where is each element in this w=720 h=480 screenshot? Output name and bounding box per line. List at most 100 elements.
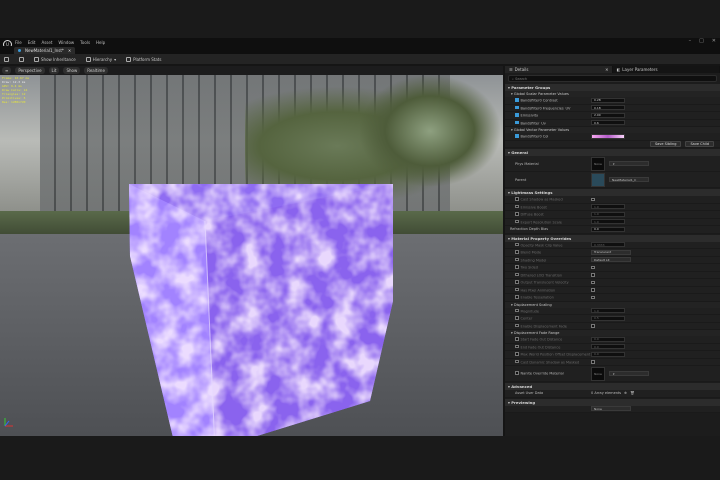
tab-layer-parameters[interactable]: ◧ Layer Parameters: [613, 66, 720, 73]
param-override-checkbox[interactable]: [515, 287, 519, 291]
param-checkbox[interactable]: [591, 280, 595, 284]
close-icon[interactable]: ✕: [712, 38, 716, 44]
param-checkbox[interactable]: [591, 295, 595, 299]
param-checkbox[interactable]: [591, 360, 595, 364]
param-override-checkbox[interactable]: [515, 323, 519, 327]
param-checkbox[interactable]: [591, 197, 595, 201]
layers-icon: ◧: [616, 67, 621, 72]
param-value-input[interactable]: 0.0: [591, 226, 625, 232]
param-override-checkbox[interactable]: [515, 265, 519, 269]
param-override-checkbox[interactable]: [515, 295, 519, 299]
preview-viewport[interactable]: ≡ Perspective Lit Show Realtime Frame: 1…: [0, 66, 503, 436]
param-dropdown[interactable]: Default Lit: [591, 257, 631, 263]
param-override-checkbox[interactable]: [515, 352, 519, 356]
tab-close-icon[interactable]: ✕: [68, 48, 71, 53]
preview-dropdown[interactable]: None: [591, 406, 631, 412]
menu-edit[interactable]: Edit: [28, 40, 36, 45]
section-material-overrides[interactable]: ▾ Material Property Overrides: [505, 234, 720, 242]
param-checkbox[interactable]: [591, 265, 595, 269]
section-general[interactable]: ▾ General: [505, 149, 720, 156]
color-gradient-swatch[interactable]: [591, 133, 625, 139]
show-button[interactable]: Show: [63, 67, 81, 74]
hierarchy-button[interactable]: Hierarchy ▾: [84, 55, 118, 63]
param-override-checkbox[interactable]: [515, 316, 519, 320]
realtime-button[interactable]: Realtime: [84, 67, 108, 74]
section-advanced[interactable]: ▾ Advanced: [505, 383, 720, 390]
parent-thumbnail[interactable]: [591, 172, 605, 187]
show-inheritance-button[interactable]: Show Inheritance: [32, 55, 78, 63]
param-value-input[interactable]: 2.00: [591, 112, 625, 118]
asset-picker-dropdown[interactable]: ▾: [609, 161, 649, 166]
details-panel: ☰ Details ✕ ◧ Layer Parameters ⌕ Search ▾ P…: [505, 66, 720, 436]
param-override-checkbox[interactable]: [515, 98, 519, 102]
param-row: Refraction Depth Bias 0.0: [505, 226, 720, 234]
param-value-input[interactable]: 0.18: [591, 105, 625, 111]
param-override-checkbox[interactable]: [515, 204, 519, 208]
maximize-icon[interactable]: □: [699, 38, 704, 44]
param-override-checkbox[interactable]: [515, 242, 519, 246]
details-search-input[interactable]: ⌕ Search: [508, 75, 717, 82]
param-checkbox[interactable]: [591, 273, 595, 277]
search-placeholder: Search: [515, 76, 528, 81]
document-tab[interactable]: NewMaterial1_Inst* ✕: [14, 46, 76, 54]
panel-tabs: ☰ Details ✕ ◧ Layer Parameters: [505, 66, 720, 73]
param-value-input[interactable]: 0.28: [591, 97, 625, 103]
asset-picker-dropdown[interactable]: ▾: [609, 371, 649, 376]
param-override-checkbox[interactable]: [515, 219, 519, 223]
menu-window[interactable]: Window: [58, 40, 74, 45]
param-value-input[interactable]: 1.0: [591, 219, 625, 225]
param-value-input[interactable]: 1.0: [591, 211, 625, 217]
browse-button[interactable]: [17, 55, 26, 63]
param-override-checkbox[interactable]: [515, 308, 519, 312]
section-parameter-groups[interactable]: ▾ Parameter Groups: [505, 84, 720, 91]
param-value-input[interactable]: 0.3333: [591, 242, 625, 248]
section-previewing[interactable]: ▾ Previewing: [505, 398, 720, 406]
minimize-icon[interactable]: –: [689, 38, 692, 44]
param-value-input[interactable]: 1.0: [591, 308, 625, 314]
param-override-checkbox[interactable]: [515, 371, 519, 375]
trash-icon[interactable]: 🗑: [630, 391, 634, 395]
param-value-input[interactable]: 0.0: [591, 351, 625, 357]
platform-stats-button[interactable]: Platform Stats: [124, 55, 163, 63]
param-override-checkbox[interactable]: [515, 113, 519, 117]
section-lightmass[interactable]: ▾ Lightmass Settings: [505, 189, 720, 196]
param-dropdown[interactable]: Translucent: [591, 249, 631, 255]
param-checkbox[interactable]: [591, 288, 595, 292]
param-override-checkbox[interactable]: [515, 337, 519, 341]
param-override-checkbox[interactable]: [515, 272, 519, 276]
asset-thumbnail[interactable]: None: [591, 366, 605, 381]
save-button[interactable]: [2, 55, 11, 63]
param-override-checkbox[interactable]: [515, 250, 519, 254]
menu-help[interactable]: Help: [96, 40, 105, 45]
param-checkbox[interactable]: [591, 324, 595, 328]
param-override-checkbox[interactable]: [515, 257, 519, 261]
param-value-input[interactable]: 0.5: [591, 315, 625, 321]
menu-tools[interactable]: Tools: [80, 40, 90, 45]
save-child-button[interactable]: Save Child: [685, 140, 714, 147]
param-override-checkbox[interactable]: [515, 280, 519, 284]
viewport-options-button[interactable]: ≡: [2, 67, 12, 74]
add-icon[interactable]: ⊕: [624, 391, 627, 395]
menu-asset[interactable]: Asset: [41, 40, 52, 45]
param-override-checkbox[interactable]: [515, 212, 519, 216]
save-sibling-button[interactable]: Save Sibling: [649, 140, 682, 147]
param-value-input[interactable]: 0.6: [591, 120, 625, 126]
tab-details[interactable]: ☰ Details ✕: [505, 66, 613, 73]
param-override-checkbox[interactable]: [515, 197, 519, 201]
param-value-input[interactable]: 0.0: [591, 344, 625, 350]
param-override-checkbox[interactable]: [515, 134, 519, 138]
perspective-button[interactable]: Perspective: [15, 67, 45, 74]
param-override-checkbox[interactable]: [515, 344, 519, 348]
parent-row: Parent NewMaterial1_C: [505, 172, 720, 188]
tab-close-icon[interactable]: ✕: [605, 67, 608, 72]
menu-file[interactable]: File: [15, 40, 22, 45]
param-value-input[interactable]: 0.0: [591, 336, 625, 342]
lit-button[interactable]: Lit: [48, 67, 60, 74]
param-override-checkbox[interactable]: [515, 105, 519, 109]
parent-dropdown[interactable]: NewMaterial1_C: [609, 177, 649, 182]
param-value-input[interactable]: 1.0: [591, 204, 625, 210]
param-override-checkbox[interactable]: [515, 120, 519, 124]
param-override-checkbox[interactable]: [515, 359, 519, 363]
param-row: Output Translucent Velocity: [505, 279, 720, 287]
asset-thumbnail[interactable]: None: [591, 156, 605, 171]
